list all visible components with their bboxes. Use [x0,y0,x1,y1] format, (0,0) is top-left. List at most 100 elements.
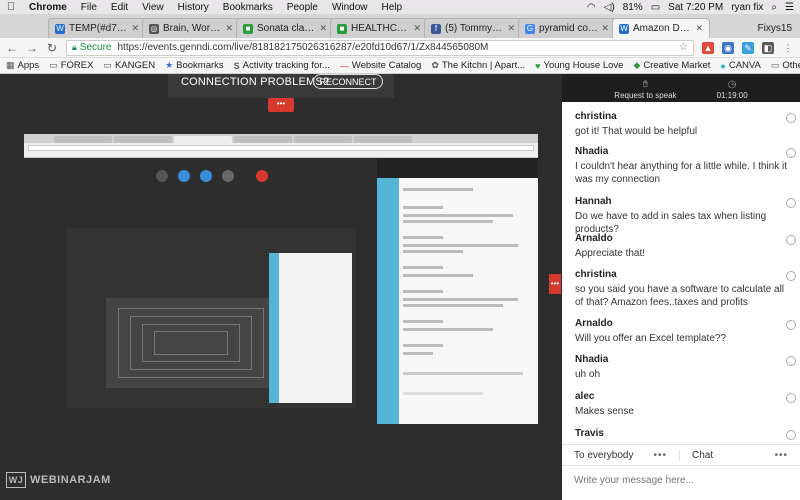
message-text: Makes sense [575,406,634,417]
profile-button[interactable]: Fixys15 [750,18,800,38]
reload-icon[interactable]: ↻ [46,41,58,55]
menu-kebab-icon[interactable]: ⋮ [782,42,794,54]
menu-help[interactable]: Help [375,2,410,13]
tab-close-icon[interactable]: ✕ [507,23,515,34]
message-author: alec [575,391,595,402]
url-input[interactable]: 🔒︎ Secure https://events.genndi.com/live… [66,39,694,56]
apple-icon[interactable]:  [0,1,22,13]
menu-history[interactable]: History [171,2,216,13]
message-select-radio[interactable] [786,198,796,208]
wifi-icon[interactable]: ◠ [587,2,596,13]
notification-center-icon[interactable]: ☰ [785,2,794,13]
folder-icon: ▭ [49,60,58,70]
chat-message: Travis [575,428,796,440]
bookmark-label: Bookmarks [176,60,224,71]
bookmark-item[interactable]: ◆ Creative Market [633,60,710,71]
menubar-clock[interactable]: Sat 7:20 PM [668,2,723,13]
recipient-more-icon[interactable]: ••• [653,450,667,461]
other-bookmarks[interactable]: ▭Other Bookmarks [771,60,800,71]
browser-tab[interactable]: ■ Sonata claim form ✕ [236,18,334,38]
chat-mode-select[interactable]: Chat ••• [680,450,800,461]
tab-close-icon[interactable]: ✕ [601,23,609,34]
extension-icon[interactable]: ✎ [742,41,754,54]
tab-close-icon[interactable]: ✕ [695,23,703,34]
shared-control-icon [178,170,190,182]
browser-tab[interactable]: W TEMP(#d7d889) ✕ [48,18,146,38]
menu-window[interactable]: Window [325,2,375,13]
chat-message: Arnaldo Will you offer an Excel template… [575,318,796,345]
battery-percent[interactable]: 81% [623,2,643,13]
reconnect-button[interactable]: RECONNECT [313,74,383,89]
tab-close-icon[interactable]: ✕ [225,23,233,34]
spotlight-icon[interactable]: ⌕ [771,2,777,13]
chat-message: Nhadia uh oh [575,354,796,381]
message-select-radio[interactable] [786,148,796,158]
bookmark-item[interactable]: ● CANVA [720,60,760,71]
menu-file[interactable]: File [74,2,104,13]
tab-close-icon[interactable]: ✕ [413,23,421,34]
extension-icon[interactable]: ▲ [702,41,714,54]
bookmark-label: KANGEN [114,60,156,71]
message-select-radio[interactable] [786,356,796,366]
message-select-radio[interactable] [786,430,796,440]
webinarjam-logo: WJ WEBINARJAM [6,472,111,488]
collapse-chat-button[interactable]: ••• [549,274,561,294]
bookmark-folder[interactable]: ▭ KANGEN [103,60,155,71]
message-author: Arnaldo [575,318,613,329]
bookmark-item[interactable]: ★ Bookmarks [165,60,224,71]
chat-messages: christina got it! That would be helpful … [562,106,800,440]
forward-arrow-icon[interactable]: → [26,41,38,55]
chat-mode-more-icon[interactable]: ••• [774,450,788,461]
bookmark-label: CANVA [728,60,761,71]
browser-tab-active[interactable]: W Amazon Dropsh ✕ [612,18,710,38]
bookmark-item[interactable]: ✿ The Kitchn | Apart... [431,60,525,71]
clock-icon: ◷ [727,79,737,90]
more-options-button[interactable]: ••• [268,98,294,112]
request-to-speak-button[interactable]: ✋︎ Request to speak [614,79,676,100]
tab-title: (5) Tommys Amaz [445,23,504,34]
bookmark-label: Activity tracking for... [242,60,330,71]
message-select-radio[interactable] [786,271,796,281]
menu-view[interactable]: View [135,2,171,13]
bookmark-item[interactable]: ♥ Young House Love [535,60,623,71]
browser-tab[interactable]: ■ HEALTHCARE EXP ✕ [330,18,428,38]
dash-icon: — [339,60,349,71]
battery-icon[interactable]: ▭ [651,2,660,13]
tab-close-icon[interactable]: ✕ [319,23,327,34]
message-author: christina [575,111,617,122]
menubar-user[interactable]: ryan fix [731,2,763,13]
menu-edit[interactable]: Edit [104,2,135,13]
browser-tab[interactable]: f (5) Tommys Amaz ✕ [424,18,522,38]
menu-people[interactable]: People [280,2,325,13]
volume-icon[interactable]: ◁) [604,2,615,13]
message-select-radio[interactable] [786,113,796,123]
connection-problems-text: CONNECTION PROBLEMS? [181,76,330,88]
creative-market-icon: ◆ [633,60,641,70]
tab-favicon: G [525,23,535,34]
bookmark-folder[interactable]: ▭ FOREX [49,60,93,71]
bookmark-item[interactable]: — Website Catalog [340,60,422,71]
folder-icon: ▭ [770,60,780,70]
message-select-radio[interactable] [786,235,796,245]
recipient-select[interactable]: To everybody ••• [562,449,680,461]
chat-message-input[interactable] [574,474,788,486]
back-arrow-icon[interactable]: ← [6,41,18,55]
message-select-radio[interactable] [786,320,796,330]
message-text: got it! That would be helpful [575,126,698,137]
heart-icon: ♥ [535,60,541,71]
bookmark-item[interactable]: S Activity tracking for... [234,60,330,71]
apps-grid-icon: ▦ [6,60,15,70]
browser-tab[interactable]: ◎ Brain, Workout, a ✕ [142,18,240,38]
menu-bookmarks[interactable]: Bookmarks [216,2,280,13]
bookmark-apps[interactable]: ▦ Apps [6,60,39,71]
message-select-radio[interactable] [786,393,796,403]
menu-app-name[interactable]: Chrome [22,2,74,13]
chat-controls: To everybody ••• Chat ••• [562,444,800,466]
extension-icon[interactable]: ◉ [722,41,734,54]
extension-icon[interactable]: ◧ [762,41,774,54]
recipient-label: To everybody [574,449,634,461]
browser-tab[interactable]: G pyramid corp tab ✕ [518,18,616,38]
tab-close-icon[interactable]: ✕ [131,23,139,34]
chat-input-area [562,471,800,489]
bookmark-star-icon[interactable]: ☆ [679,42,688,53]
